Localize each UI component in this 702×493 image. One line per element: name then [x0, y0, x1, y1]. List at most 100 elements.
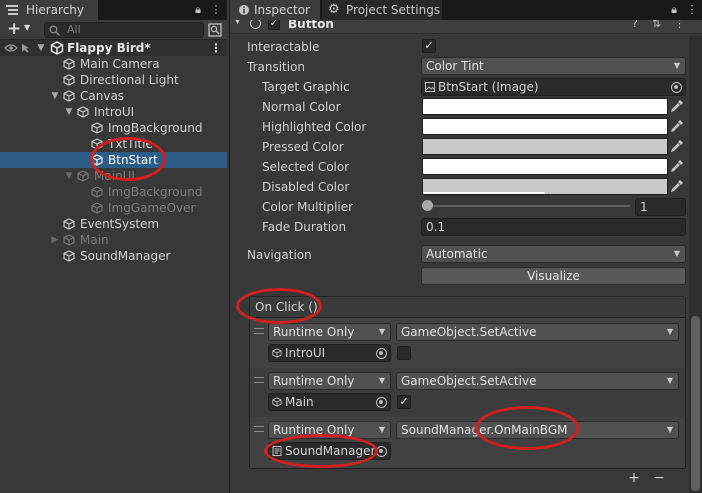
expand-arrow-icon[interactable]: ▼	[64, 104, 74, 120]
tree-item-main-camera[interactable]: Main Camera	[0, 56, 227, 72]
tree-item-imgbackground-2[interactable]: ImgBackground	[0, 184, 227, 200]
normal-color-swatch[interactable]	[422, 98, 668, 115]
cube-icon	[63, 74, 75, 86]
create-button[interactable]: + ▼	[5, 19, 35, 39]
drag-handle-icon[interactable]	[254, 426, 264, 432]
button-component-header[interactable]: ▼ ✓ Button ? ⇅ ⋮	[230, 20, 702, 34]
drag-handle-icon[interactable]	[254, 377, 264, 383]
component-type-icon	[250, 20, 261, 29]
expand-arrow-icon[interactable]: ▶	[50, 232, 60, 248]
eyedropper-icon[interactable]	[669, 158, 685, 174]
target-graphic-value: BtnStart (Image)	[438, 80, 539, 94]
object-picker-icon[interactable]	[376, 348, 387, 359]
cube-icon	[272, 348, 282, 358]
eyedropper-icon[interactable]	[669, 138, 685, 154]
tree-item-imgbackground[interactable]: ImgBackground	[0, 120, 227, 136]
preset-icon[interactable]: ⇅	[652, 20, 661, 30]
object-picker-icon[interactable]	[376, 397, 387, 408]
function-dropdown[interactable]: GameObject.SetActive ▼	[396, 372, 679, 390]
scene-row[interactable]: ▼ Flappy Bird* ⋮	[0, 40, 227, 56]
foldout-arrow-icon[interactable]: ▼	[234, 20, 241, 26]
info-icon	[239, 5, 249, 15]
tab-project-settings[interactable]: ⚙ Project Settings	[322, 0, 442, 20]
visualize-button[interactable]: Visualize	[421, 267, 686, 285]
tree-item-eventsystem[interactable]: EventSystem	[0, 216, 227, 232]
color-multiplier-slider-thumb[interactable]	[422, 200, 433, 211]
expand-arrow-icon[interactable]: ▼	[50, 88, 60, 104]
help-icon[interactable]: ?	[632, 20, 638, 30]
cube-icon	[63, 58, 75, 70]
color-multiplier-input[interactable]: 1	[635, 198, 686, 216]
object-picker-icon[interactable]	[671, 82, 682, 93]
disabled-color-swatch[interactable]	[422, 178, 668, 195]
setactive-checkbox[interactable]	[397, 346, 411, 360]
chevron-down-icon: ▼	[666, 376, 673, 385]
tab-inspector-label: Inspector	[254, 3, 310, 17]
eye-icon[interactable]	[4, 43, 18, 53]
annotation-ellipse	[90, 137, 166, 181]
eyedropper-icon[interactable]	[669, 98, 685, 114]
scrollbar-thumb[interactable]	[691, 316, 700, 491]
drag-handle-icon[interactable]	[254, 328, 264, 334]
interactable-checkbox[interactable]: ✓	[422, 39, 436, 53]
lock-icon[interactable]: 🔒︎	[668, 3, 680, 17]
eyedropper-icon[interactable]	[669, 118, 685, 134]
pressed-color-label: Pressed Color	[262, 140, 344, 154]
tree-item-soundmanager[interactable]: SoundManager	[0, 248, 227, 264]
tab-hierarchy[interactable]: Hierarchy	[0, 0, 98, 20]
hierarchy-search-input[interactable]: All	[44, 22, 204, 38]
component-enabled-checkbox[interactable]: ✓	[268, 20, 280, 30]
event-entry[interactable]: Runtime Only ▼ GameObject.SetActive ▼ In…	[250, 319, 685, 368]
transition-dropdown[interactable]: Color Tint ▼	[421, 57, 686, 75]
inspector-scrollbar[interactable]	[689, 36, 702, 493]
hierarchy-tab-bar: Hierarchy 🔒︎ ⋮	[0, 0, 227, 20]
search-icon	[49, 25, 60, 36]
fade-duration-input[interactable]: 0.1	[421, 218, 686, 236]
transition-value: Color Tint	[426, 59, 484, 73]
tree-item-directional-light[interactable]: Directional Light	[0, 72, 227, 88]
kebab-menu-icon[interactable]: ⋮	[686, 3, 698, 17]
expand-arrow-icon[interactable]: ▼	[64, 168, 74, 184]
pressed-color-swatch[interactable]	[422, 138, 668, 155]
event-target-field[interactable]: Main	[268, 393, 391, 411]
scene-filter-icon[interactable]	[207, 22, 223, 38]
selected-color-swatch[interactable]	[422, 158, 668, 175]
cube-icon	[91, 186, 103, 198]
event-target-field[interactable]: IntroUI	[268, 344, 391, 362]
tree-item-imggameover[interactable]: ImgGameOver	[0, 200, 227, 216]
runtime-mode-value: Runtime Only	[273, 325, 355, 339]
cube-icon	[63, 218, 75, 230]
setactive-checkbox[interactable]: ✓	[397, 395, 411, 409]
scene-menu-icon[interactable]: ⋮	[210, 40, 222, 56]
navigation-dropdown[interactable]: Automatic ▼	[421, 245, 686, 263]
gear-icon: ⚙	[328, 2, 340, 17]
alpha-bar	[423, 192, 545, 194]
lock-icon[interactable]: 🔒︎	[192, 3, 204, 17]
image-icon	[425, 82, 435, 92]
expand-arrow-icon[interactable]: ▼	[36, 40, 46, 56]
color-multiplier-slider-track[interactable]	[426, 205, 630, 207]
runtime-mode-dropdown[interactable]: Runtime Only ▼	[268, 372, 391, 390]
tree-item-label: IntroUI	[94, 105, 135, 119]
event-target-value: IntroUI	[285, 346, 326, 360]
tree-item-main[interactable]: ▶ Main	[0, 232, 227, 248]
cube-icon	[63, 250, 75, 262]
tree-item-introui[interactable]: ▼ IntroUI	[0, 104, 227, 120]
tree-item-canvas[interactable]: ▼ Canvas	[0, 88, 227, 104]
cube-icon	[63, 90, 75, 102]
add-event-button[interactable]: +	[626, 470, 642, 486]
highlighted-color-swatch[interactable]	[422, 118, 668, 135]
eyedropper-icon[interactable]	[669, 178, 685, 194]
list-icon	[6, 5, 18, 15]
tree-item-label: ImgBackground	[108, 121, 203, 135]
target-graphic-field[interactable]: BtnStart (Image)	[421, 78, 686, 96]
cube-icon	[272, 397, 282, 407]
function-dropdown[interactable]: GameObject.SetActive ▼	[396, 323, 679, 341]
remove-event-button[interactable]: −	[651, 470, 667, 486]
event-entry[interactable]: Runtime Only ▼ GameObject.SetActive ▼ Ma…	[250, 368, 685, 417]
kebab-menu-icon[interactable]: ⋮	[210, 3, 222, 17]
runtime-mode-dropdown[interactable]: Runtime Only ▼	[268, 323, 391, 341]
tab-inspector[interactable]: Inspector	[230, 0, 320, 20]
component-menu-icon[interactable]: ⋮	[674, 20, 685, 30]
pick-icon[interactable]	[20, 43, 32, 53]
